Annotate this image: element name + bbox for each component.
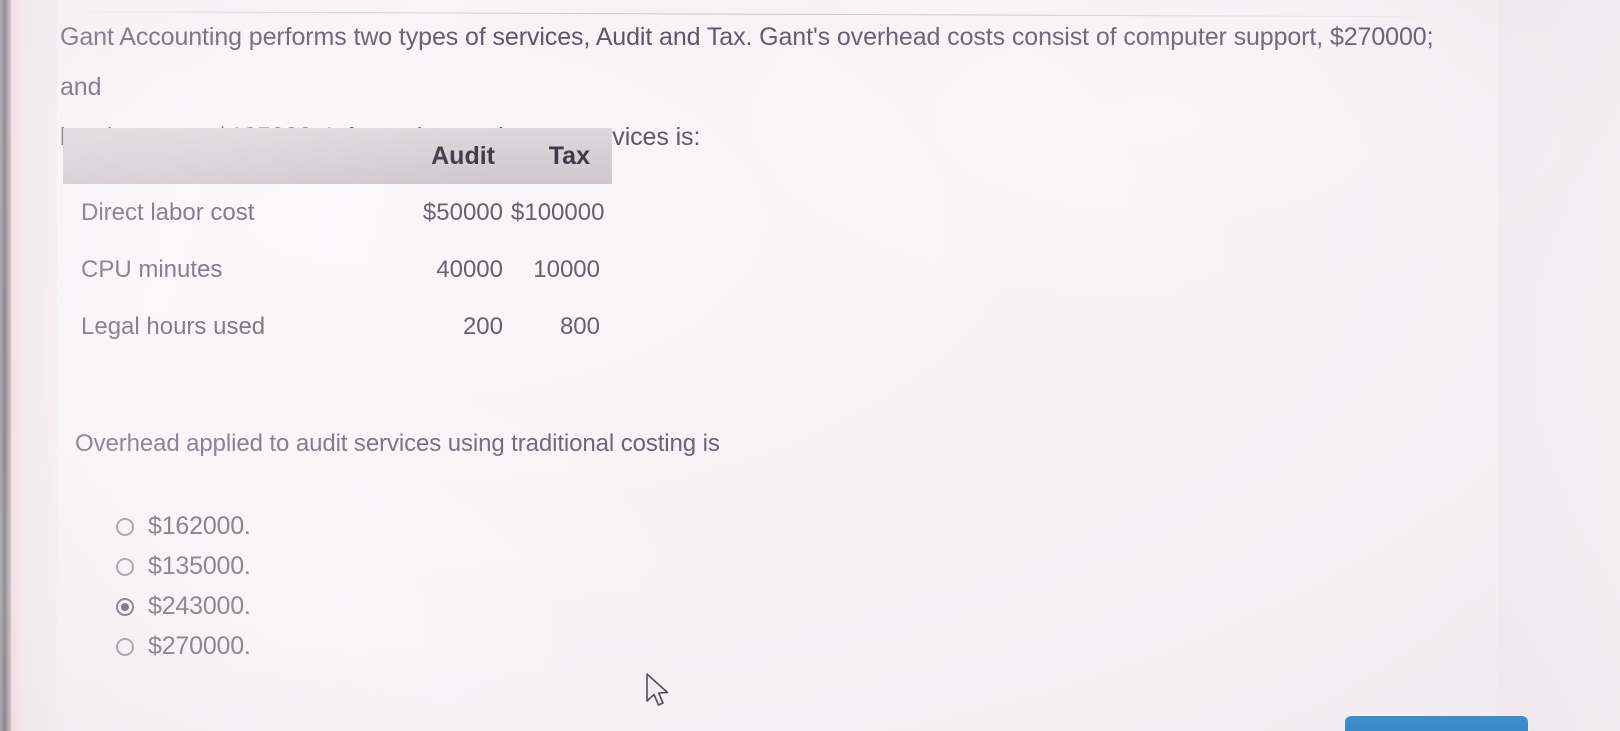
answer-option-label: $135000. bbox=[148, 552, 251, 580]
row-tax-value: $100000 bbox=[511, 198, 605, 226]
row-label: CPU minutes bbox=[81, 255, 223, 283]
mouse-cursor-icon bbox=[646, 673, 669, 706]
table-header-row: Audit Tax bbox=[63, 128, 612, 184]
answer-options-group: $162000. $135000. $243000. $270000. bbox=[116, 510, 251, 663]
answer-option-label: $243000. bbox=[148, 592, 251, 620]
row-audit-value: 200 bbox=[462, 312, 503, 340]
services-data-table: Audit Tax Direct labor cost $50000 $1000… bbox=[63, 128, 612, 355]
table-header-tax: Tax bbox=[548, 141, 590, 170]
table-header-blank bbox=[63, 128, 403, 184]
answer-option-4[interactable]: $270000. bbox=[116, 630, 251, 663]
submit-answer-button[interactable] bbox=[1345, 716, 1528, 731]
table-row: Direct labor cost $50000 $100000 bbox=[63, 184, 612, 241]
answer-option-3[interactable]: $243000. bbox=[116, 590, 251, 623]
row-label: Direct labor cost bbox=[81, 198, 255, 226]
table-row: CPU minutes 40000 10000 bbox=[63, 241, 612, 298]
answer-option-1[interactable]: $162000. bbox=[116, 510, 251, 543]
radio-button-icon-selected[interactable] bbox=[116, 597, 134, 616]
row-audit-value: $50000 bbox=[422, 198, 503, 226]
radio-button-icon[interactable] bbox=[116, 517, 134, 536]
answer-option-2[interactable]: $135000. bbox=[116, 550, 251, 583]
radio-button-icon[interactable] bbox=[116, 637, 134, 656]
question-content: Gant Accounting performs two types of se… bbox=[0, 0, 1620, 731]
row-label: Legal hours used bbox=[81, 312, 266, 340]
row-tax-value: 10000 bbox=[533, 255, 600, 283]
radio-button-icon[interactable] bbox=[116, 557, 134, 576]
answer-option-label: $270000. bbox=[148, 632, 251, 660]
table-row: Legal hours used 200 800 bbox=[63, 298, 612, 355]
question-prompt: Overhead applied to audit services using… bbox=[75, 430, 720, 457]
table-header-audit: Audit bbox=[431, 141, 495, 170]
row-tax-value: 800 bbox=[559, 312, 600, 340]
row-audit-value: 40000 bbox=[436, 255, 503, 283]
answer-option-label: $162000. bbox=[148, 512, 251, 540]
